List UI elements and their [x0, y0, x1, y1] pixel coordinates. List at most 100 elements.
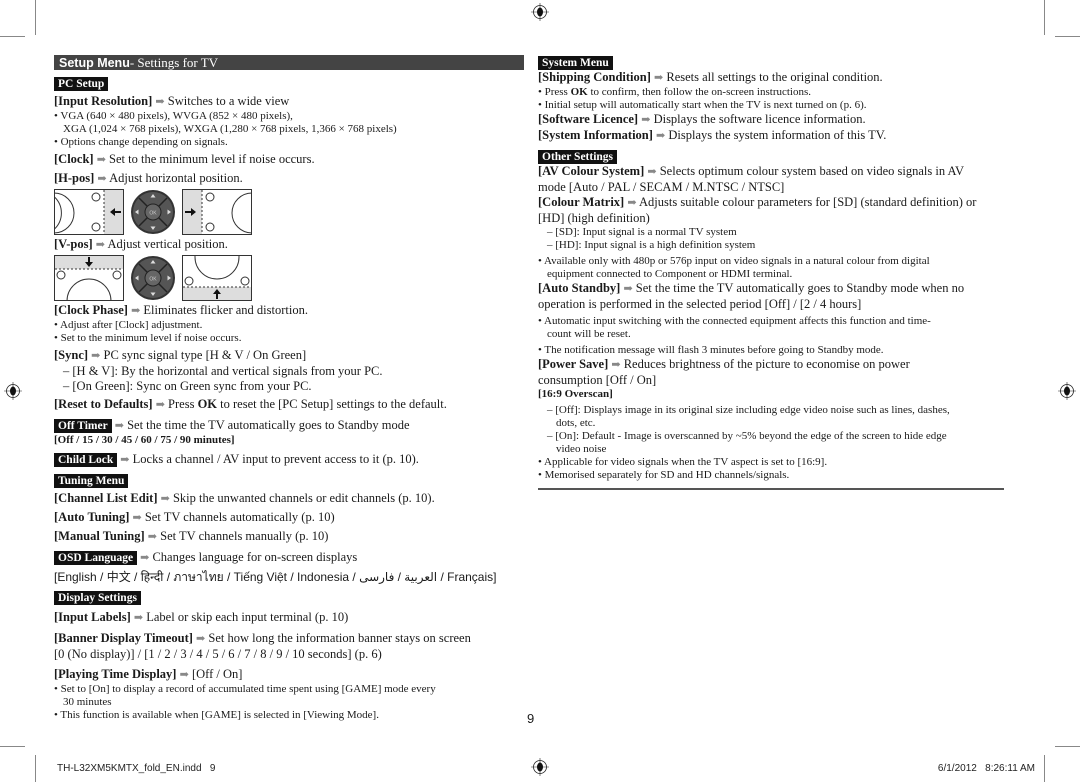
tag-off-timer: Off Timer	[54, 419, 112, 433]
item-desc-cont: operation is performed in the selected p…	[538, 297, 862, 311]
item-desc: Resets all settings to the original cond…	[666, 70, 883, 84]
sub-item: – [On Green]: Sync on Green sync from yo…	[63, 379, 312, 393]
item-desc: Locks a channel / AV input to prevent ac…	[132, 452, 419, 466]
screen-shift-up-illustration	[182, 255, 252, 301]
crop-mark	[35, 0, 36, 35]
arrow-icon: ➡	[641, 114, 651, 126]
item-name: [Input Resolution]	[54, 94, 153, 108]
item-desc: Switches to a wide view	[167, 94, 290, 108]
item-desc: Set how long the information banner stay…	[208, 631, 471, 645]
ok-key-label: OK	[570, 86, 588, 98]
item-desc-cont: [HD] (high definition)	[538, 211, 650, 225]
arrow-icon: ➡	[179, 669, 189, 681]
footer-timestamp: 6/1/2012 8:26:11 AM	[937, 763, 1035, 774]
item-desc-cont: consumption [Off / On]	[538, 373, 657, 387]
item-desc: Displays the system information of this …	[668, 128, 887, 142]
crop-mark	[0, 746, 25, 747]
crop-mark	[1044, 0, 1045, 35]
hpos-diagram: OK	[54, 189, 524, 235]
arrow-icon: ➡	[623, 283, 633, 295]
item-desc-cont: mode [Auto / PAL / SECAM / M.NTSC / NTSC…	[538, 180, 785, 194]
footer-filename: TH-L32XM5KMTX_fold_EN.indd 9	[57, 763, 216, 774]
arrow-icon: ➡	[147, 531, 158, 543]
item-name: [Playing Time Display]	[54, 667, 177, 681]
item-banner-timeout: [Banner Display Timeout] ➡ Set how long …	[54, 631, 524, 647]
item-desc: Selects optimum colour system based on v…	[659, 164, 964, 178]
item-channel-list-edit: [Channel List Edit] ➡ Skip the unwanted …	[54, 491, 524, 507]
crop-mark	[1044, 755, 1045, 782]
tag-system-menu: System Menu	[538, 56, 613, 70]
item-osd-language: OSD Language ➡ Changes language for on-sc…	[54, 550, 524, 566]
bullet: • Memorised separately for SD and HD cha…	[538, 469, 790, 481]
sub-item: – [H & V]: By the horizontal and vertica…	[63, 364, 383, 378]
crop-mark	[1055, 36, 1080, 37]
item-name: [Clock]	[54, 152, 94, 166]
item-name: [H-pos]	[54, 171, 95, 185]
bullet: • Applicable for video signals when the …	[538, 456, 828, 468]
item-auto-tuning: [Auto Tuning] ➡ Set TV channels automati…	[54, 510, 524, 526]
item-vpos: [V-pos] ➡ Adjust vertical position.	[54, 237, 524, 253]
registration-mark-icon	[531, 758, 549, 776]
item-name: [V-pos]	[54, 237, 93, 251]
remote-dpad-icon: OK	[131, 190, 175, 234]
arrow-icon: ➡	[97, 173, 107, 185]
section-banner: Setup Menu- Settings for TV	[54, 55, 524, 70]
tag-child-lock: Child Lock	[54, 453, 118, 467]
item-clock-phase: [Clock Phase] ➡ Eliminates flicker and d…	[54, 303, 524, 319]
banner-subtitle: - Settings for TV	[129, 55, 219, 70]
sub-item: – [Off]: Displays image in its original …	[547, 404, 950, 416]
item-desc: Reduces brightness of the picture to eco…	[623, 357, 910, 371]
item-desc: Adjusts suitable colour parameters for […	[639, 195, 977, 209]
svg-text:OK: OK	[149, 211, 157, 217]
right-column: System Menu [Shipping Condition] ➡ Reset…	[538, 55, 1008, 490]
item-name: [Colour Matrix]	[538, 195, 625, 209]
item-hpos: [H-pos] ➡ Adjust horizontal position.	[54, 171, 524, 187]
arrow-icon: ➡	[131, 305, 141, 317]
bullet: • The notification message will flash 3 …	[538, 344, 884, 356]
bullet-cont: 30 minutes	[63, 696, 112, 708]
banner-title: Setup Menu	[59, 56, 130, 70]
arrow-icon: ➡	[114, 420, 124, 432]
arrow-icon: ➡	[654, 72, 664, 84]
item-shipping-condition: [Shipping Condition] ➡ Resets all settin…	[538, 70, 1008, 86]
item-manual-tuning: [Manual Tuning] ➡ Set TV channels manual…	[54, 529, 524, 545]
arrow-icon: ➡	[96, 154, 106, 166]
item-desc: Displays the software licence informatio…	[653, 112, 866, 126]
bullet-text: • Press	[538, 86, 571, 98]
arrow-icon: ➡	[160, 493, 170, 505]
section-divider	[538, 488, 1004, 490]
crop-mark	[1055, 746, 1080, 747]
item-name: [Sync]	[54, 348, 89, 362]
item-input-labels: [Input Labels] ➡ Label or skip each inpu…	[54, 610, 524, 626]
item-name: [Power Save]	[538, 357, 609, 371]
banner-timeout-options: [0 (No display)] / [1 / 2 / 3 / 4 / 5 / …	[54, 647, 382, 661]
item-name: [Auto Tuning]	[54, 510, 130, 524]
item-desc: to reset the [PC Setup] settings to the …	[217, 397, 447, 411]
page-number: 9	[527, 711, 535, 726]
item-name: [Input Labels]	[54, 610, 131, 624]
ok-key-label: OK	[197, 397, 218, 411]
item-auto-standby: [Auto Standby] ➡ Set the time the TV aut…	[538, 281, 1008, 297]
left-column: Setup Menu- Settings for TV PC Setup [In…	[54, 55, 524, 722]
item-av-colour-system: [AV Colour System] ➡ Selects optimum col…	[538, 164, 1008, 180]
item-desc: Adjust vertical position.	[107, 237, 228, 251]
item-desc: Set to the minimum level if noise occurs…	[109, 152, 315, 166]
item-sync: [Sync] ➡ PC sync signal type [H & V / On…	[54, 348, 524, 364]
arrow-icon: ➡	[196, 633, 206, 645]
item-desc: Changes language for on-screen displays	[152, 550, 358, 564]
tag-tuning-menu: Tuning Menu	[54, 474, 129, 488]
item-name: [Channel List Edit]	[54, 491, 158, 505]
item-software-licence: [Software Licence] ➡ Displays the softwa…	[538, 112, 1008, 128]
sub-item: – [SD]: Input signal is a normal TV syst…	[547, 226, 737, 238]
item-desc: Eliminates flicker and distortion.	[143, 303, 308, 317]
item-name: [Clock Phase]	[54, 303, 128, 317]
arrow-icon: ➡	[140, 552, 150, 564]
item-overscan: [16:9 Overscan]	[538, 388, 613, 400]
item-desc: Press	[168, 397, 198, 411]
sub-item-cont: dots, etc.	[556, 417, 596, 429]
bullet: • Available only with 480p or 576p input…	[538, 255, 930, 267]
off-timer-options: [Off / 15 / 30 / 45 / 60 / 75 / 90 minut…	[54, 434, 235, 446]
screen-shift-left-illustration	[54, 189, 124, 235]
item-desc: Set TV channels manually (p. 10)	[160, 529, 329, 543]
item-off-timer: Off Timer ➡ Set the time the TV automatic…	[54, 418, 524, 434]
